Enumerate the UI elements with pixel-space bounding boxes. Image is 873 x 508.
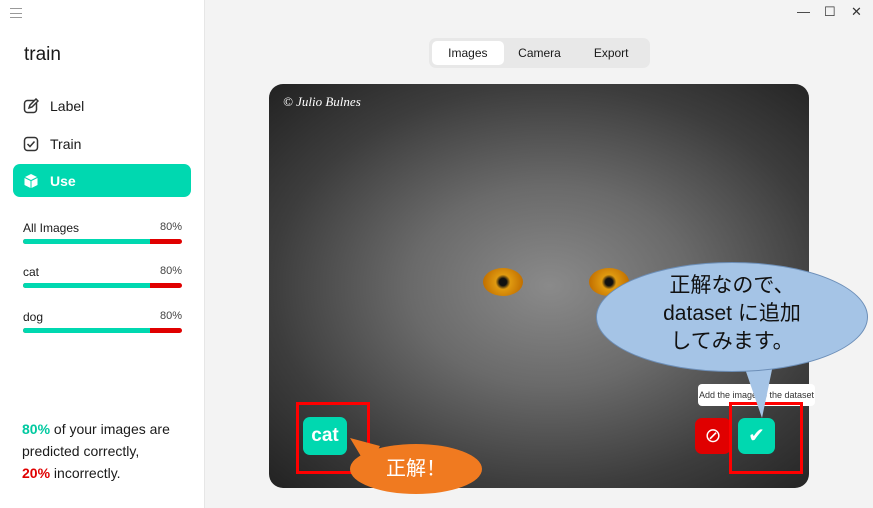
- minimize-button[interactable]: —: [797, 4, 810, 19]
- stat-label: All Images: [23, 221, 80, 235]
- sidebar: train Label Train Use All Images 80% cat 8…: [0, 0, 205, 508]
- callout-line: 正解なので、: [669, 274, 795, 297]
- accuracy-summary: 80% of your images are predicted correct…: [22, 421, 170, 481]
- stat-pct: 80%: [159, 310, 182, 322]
- stat-cat: cat 80%: [23, 265, 182, 288]
- nav-label[interactable]: Label: [13, 89, 191, 122]
- project-title: train: [24, 44, 61, 65]
- close-button[interactable]: ✕: [851, 4, 862, 20]
- nav-use-text: Use: [50, 172, 76, 189]
- mode-tabs: Images Camera Export: [429, 38, 650, 68]
- nav-train-text: Train: [50, 135, 82, 152]
- nav-use[interactable]: Use: [13, 164, 191, 197]
- stat-label: dog: [23, 310, 44, 324]
- stat-dog: dog 80%: [23, 310, 182, 333]
- accuracy-bar: [23, 328, 182, 333]
- watermark: © Julio Bulnes: [283, 94, 361, 109]
- cat-eye: [483, 268, 523, 296]
- stat-pct: 80%: [159, 265, 182, 277]
- stat-pct: 80%: [159, 221, 182, 233]
- hamburger-menu-icon[interactable]: [10, 8, 22, 18]
- reject-button[interactable]: ⊘: [695, 418, 731, 454]
- stat-all-images: All Images 80%: [23, 221, 182, 244]
- tab-images[interactable]: Images: [432, 41, 504, 65]
- tab-export[interactable]: Export: [575, 41, 647, 65]
- correct-callout: 正解！: [350, 444, 482, 494]
- callout-bubble: 正解なので、 dataset に追加 してみます。: [596, 262, 868, 372]
- tab-camera[interactable]: Camera: [504, 41, 576, 65]
- callout-line: dataset に追加: [663, 302, 801, 325]
- callout-line: してみます。: [670, 330, 794, 353]
- edit-icon: [23, 97, 39, 114]
- accuracy-bar: [23, 239, 182, 244]
- cube-icon: [23, 173, 39, 189]
- nav-train[interactable]: Train: [13, 127, 191, 160]
- nav-label-text: Label: [50, 97, 85, 114]
- checkbox-icon: [23, 136, 39, 152]
- accuracy-bar: [23, 283, 182, 288]
- ban-icon: ⊘: [704, 425, 722, 447]
- maximize-button[interactable]: ☐: [824, 4, 836, 20]
- stat-label: cat: [23, 265, 40, 279]
